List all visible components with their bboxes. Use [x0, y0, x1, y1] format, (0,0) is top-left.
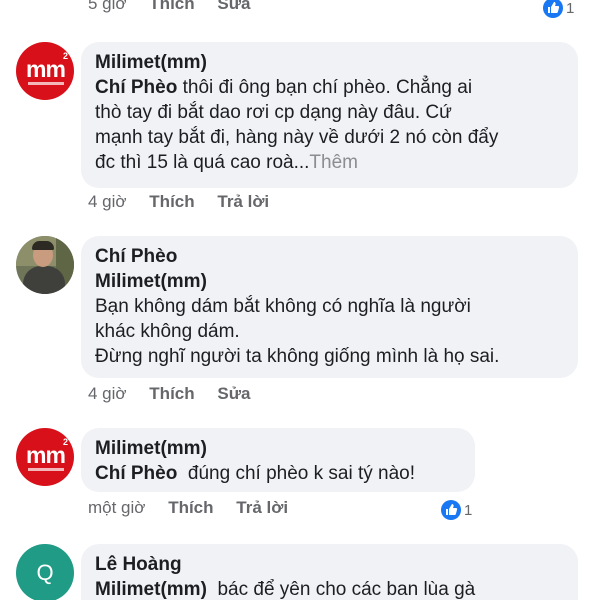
comment-bubble: Chí Phèo Milimet(mm) Bạn không dám bắt k… — [81, 236, 578, 378]
comment-text: Milimet(mm) bác để yên cho các ban lùa g… — [95, 579, 476, 600]
comment-actions: 4 giờ Thích Sửa — [88, 384, 268, 404]
mm-logo-underline — [28, 82, 64, 85]
avatar[interactable]: mm 2 — [16, 428, 74, 486]
reaction-number: 1 — [464, 501, 473, 519]
like-button[interactable]: Thích — [168, 498, 213, 517]
mention-link[interactable]: Milimet(mm) — [95, 579, 207, 600]
comment-actions: 4 giờ Thích Trả lời — [88, 192, 287, 212]
comment-time: một giờ — [88, 498, 146, 517]
like-button[interactable]: Thích — [149, 0, 194, 13]
reaction-number: 1 — [566, 0, 575, 17]
comment-text: thò tay đi bắt dao rơi cp dạng này đâu. … — [95, 102, 452, 123]
comment-text: Chí Phèo thôi đi ông bạn chí phèo. Chẳng… — [95, 77, 473, 98]
mm-logo-underline — [28, 468, 64, 471]
reaction-count[interactable]: 1 — [543, 0, 574, 18]
comment-actions-top: 5 giờ Thích Sửa — [88, 0, 268, 14]
comment-bubble: Milimet(mm) Chí Phèo đúng chí phèo k sai… — [81, 428, 475, 492]
like-icon — [441, 500, 461, 520]
comment-bubble: Lê Hoàng Milimet(mm) bác để yên cho các … — [81, 544, 578, 600]
like-button[interactable]: Thích — [149, 192, 194, 211]
mm-logo-sup: 2 — [62, 51, 68, 61]
see-more-link[interactable]: Thêm — [309, 152, 358, 173]
reaction-count[interactable]: 1 — [441, 500, 472, 520]
comment-author[interactable]: Milimet(mm) — [95, 50, 564, 75]
comment-text: đc thì 15 là quá cao roà...Thêm — [95, 152, 358, 173]
mm-logo: mm — [26, 56, 66, 82]
edit-button[interactable]: Sửa — [217, 384, 250, 403]
avatar[interactable]: Q — [16, 544, 74, 600]
comment-time: 4 giờ — [88, 384, 127, 403]
comment-text: Đừng nghĩ người ta không giống mình là h… — [95, 346, 500, 367]
avatar[interactable]: mm 2 — [16, 42, 74, 100]
reply-button[interactable]: Trả lời — [217, 192, 269, 211]
comment-author[interactable]: Milimet(mm) — [95, 436, 461, 461]
mention-link[interactable]: Chí Phèo — [95, 77, 177, 98]
comment-text: Bạn không dám bắt không có nghĩa là ngườ… — [95, 296, 471, 317]
edit-button[interactable]: Sửa — [217, 0, 250, 13]
like-button[interactable]: Thích — [149, 384, 194, 403]
mm-logo-sup: 2 — [62, 437, 68, 447]
like-icon — [543, 0, 563, 18]
avatar-letter: Q — [36, 560, 54, 585]
comment-bubble: Milimet(mm) Chí Phèo thôi đi ông bạn chí… — [81, 42, 578, 188]
comment-time: 5 giờ — [88, 0, 127, 13]
avatar[interactable] — [16, 236, 74, 294]
mention-link[interactable]: Milimet(mm) — [95, 269, 564, 294]
mention-link[interactable]: Chí Phèo — [95, 463, 177, 484]
comment-actions: một giờ Thích Trả lời — [88, 498, 306, 518]
comment-author[interactable]: Lê Hoàng — [95, 552, 564, 577]
comment-author[interactable]: Chí Phèo — [95, 244, 564, 269]
comment-text: mạnh tay bắt đi, hàng này về dưới 2 nó c… — [95, 127, 499, 148]
comment-thread: 5 giờ Thích Sửa 1 mm 2 Milimet(mm) Chí P… — [0, 0, 600, 600]
comment-text: Chí Phèo đúng chí phèo k sai tý nào! — [95, 463, 416, 484]
comment-text: khác không dám. — [95, 321, 240, 342]
reply-button[interactable]: Trả lời — [236, 498, 288, 517]
mm-logo: mm — [26, 442, 66, 468]
comment-time: 4 giờ — [88, 192, 127, 211]
